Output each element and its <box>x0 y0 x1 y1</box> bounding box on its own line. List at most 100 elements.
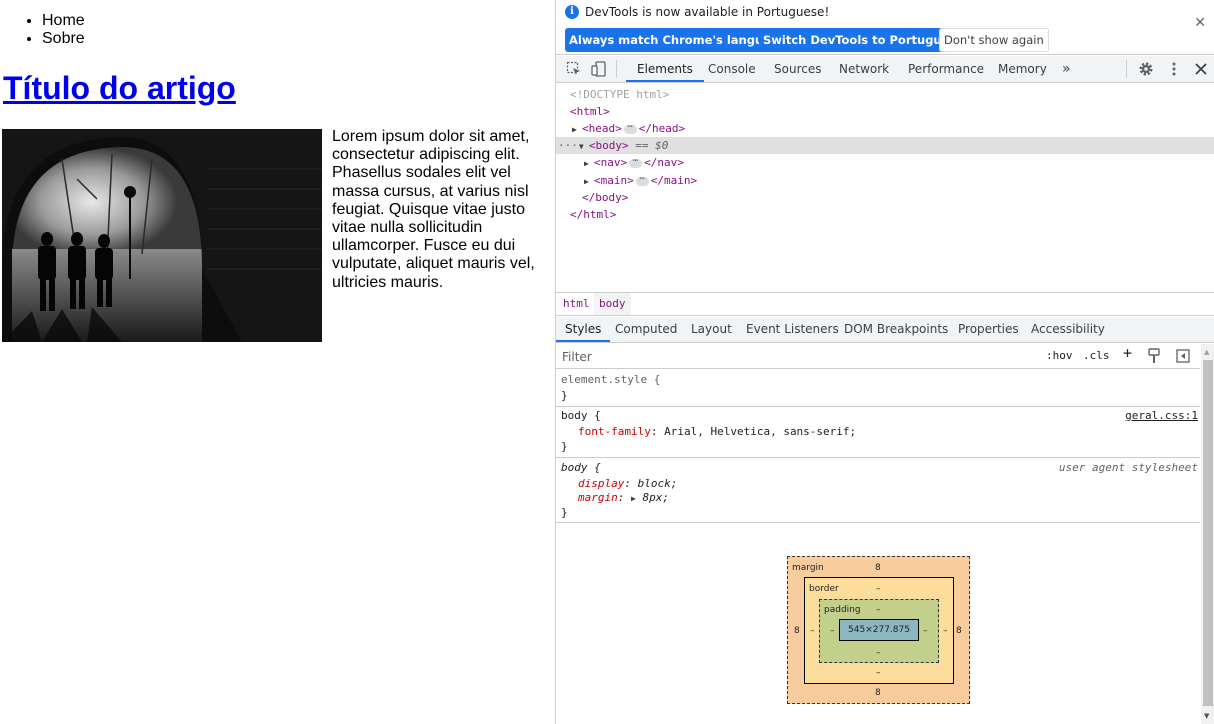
nav-item-sobre[interactable]: Sobre <box>42 30 85 48</box>
infobar-message: DevTools is now available in Portuguese! <box>585 5 830 19</box>
border-top-value[interactable]: – <box>876 584 881 594</box>
devtools-panel: i DevTools is now available in Portugues… <box>555 0 1214 724</box>
tunnel-photo-image <box>2 129 322 342</box>
expand-triangle-icon[interactable]: ▶ <box>572 121 582 138</box>
dom-tree: <!DOCTYPE html> <html> ▶ <head> ⋯ </head> ·… <box>556 84 1214 291</box>
dom-node-body[interactable]: ···▼ <body> == $0 <box>556 137 1214 154</box>
class-toggle[interactable]: .cls <box>1083 349 1110 363</box>
margin-right-value[interactable]: 8 <box>956 626 962 636</box>
tab-network[interactable]: Network <box>839 56 889 82</box>
margin-left-value[interactable]: 8 <box>794 626 800 636</box>
info-icon: i <box>565 5 579 19</box>
expand-triangle-icon[interactable]: ▶ <box>584 173 594 190</box>
node-actions-icon[interactable]: ··· <box>558 139 578 152</box>
dom-node-html-close[interactable]: </html> <box>556 206 1214 223</box>
nav-close-tag: </nav> <box>644 156 684 169</box>
subtab-layout[interactable]: Layout <box>691 317 732 342</box>
tab-performance[interactable]: Performance <box>908 56 984 82</box>
device-toolbar-icon[interactable] <box>591 61 607 77</box>
article-paragraph: Lorem ipsum dolor sit amet, consectetur … <box>332 128 535 291</box>
new-style-rule-icon[interactable]: + <box>1123 346 1132 361</box>
collapsed-content-icon[interactable]: ⋯ <box>629 156 643 168</box>
expand-triangle-icon[interactable]: ▶ <box>584 155 594 172</box>
subtab-computed[interactable]: Computed <box>615 317 677 342</box>
subtab-accessibility[interactable]: Accessibility <box>1031 317 1105 342</box>
rule-body-user-agent[interactable]: body { user agent stylesheet display: bl… <box>556 458 1200 523</box>
toolbar-divider <box>1126 60 1127 78</box>
border-bottom-value[interactable]: – <box>876 668 881 678</box>
breadcrumb-html[interactable]: html <box>558 293 595 315</box>
main-open-tag: <main> <box>594 174 634 187</box>
close-icon[interactable]: ✕ <box>1194 16 1206 30</box>
more-tabs-icon[interactable]: » <box>1062 56 1071 82</box>
subtab-styles[interactable]: Styles <box>556 317 611 342</box>
property-name: font-family <box>578 425 651 438</box>
gear-icon[interactable] <box>1138 61 1154 77</box>
nav-list: Home Sobre <box>0 12 85 48</box>
property-name: display <box>578 477 625 490</box>
subtab-properties[interactable]: Properties <box>958 317 1019 342</box>
box-model-margin[interactable]: margin 8 8 8 8 border – – – – padding – … <box>787 556 970 704</box>
box-model-border[interactable]: border – – – – padding – – – – 545×277.8… <box>804 577 954 684</box>
dom-node-body-close[interactable]: </body> <box>556 189 1214 206</box>
padding-top-value[interactable]: – <box>876 605 881 615</box>
css-declaration-display[interactable]: display: block; <box>578 476 677 491</box>
dom-node-head[interactable]: ▶ <head> ⋯ </head> <box>556 120 1214 137</box>
nav-item-home[interactable]: Home <box>42 12 85 30</box>
rule-close-brace: } <box>561 506 568 519</box>
main-close-tag: </main> <box>650 174 698 187</box>
breadcrumb: html body <box>556 292 1214 316</box>
rule-element-style[interactable]: element.style { } <box>556 370 1200 407</box>
box-model-content[interactable]: 545×277.875 <box>839 619 919 641</box>
dom-node-doctype[interactable]: <!DOCTYPE html> <box>556 86 1214 103</box>
padding-right-value[interactable]: – <box>923 626 928 636</box>
paint-brush-icon[interactable] <box>1147 348 1161 364</box>
padding-left-value[interactable]: – <box>830 626 835 636</box>
rule-close-brace: } <box>561 440 568 453</box>
box-model-padding[interactable]: padding – – – – 545×277.875 <box>819 599 939 663</box>
css-declaration-font-family[interactable]: font-family: Arial, Helvetica, sans-seri… <box>578 424 856 439</box>
collapse-triangle-icon[interactable]: ▼ <box>579 138 589 155</box>
breadcrumb-body[interactable]: body <box>594 293 631 315</box>
subtab-dom-breakpoints[interactable]: DOM Breakpoints <box>844 317 948 342</box>
html-open-tag: <html> <box>570 105 610 118</box>
dom-node-nav[interactable]: ▶ <nav> ⋯ </nav> <box>556 154 1214 171</box>
stylesheet-source: user agent stylesheet <box>1058 461 1198 474</box>
hover-state-toggle[interactable]: :hov <box>1046 349 1073 363</box>
page-viewport: Home Sobre Título do artigo <box>0 0 555 724</box>
scrollbar-thumb[interactable] <box>1203 360 1213 706</box>
scroll-up-icon[interactable]: ▲ <box>1204 348 1209 356</box>
dom-node-main[interactable]: ▶ <main> ⋯ </main> <box>556 172 1214 189</box>
collapsed-content-icon[interactable]: ⋯ <box>623 122 637 134</box>
tab-memory[interactable]: Memory <box>998 56 1047 82</box>
subtab-event-listeners[interactable]: Event Listeners <box>746 317 839 342</box>
border-right-value[interactable]: – <box>943 626 948 636</box>
margin-bottom-value[interactable]: 8 <box>875 688 881 698</box>
border-left-value[interactable]: – <box>810 626 815 636</box>
article-title[interactable]: Título do artigo <box>3 70 236 107</box>
property-value: 8px; <box>642 491 669 504</box>
head-open-tag: <head> <box>582 122 622 135</box>
always-match-language-button[interactable]: Always match Chrome's language <box>565 28 791 52</box>
rule-selector: element.style { <box>561 373 661 386</box>
css-declaration-margin[interactable]: margin: ▶ 8px; <box>578 490 669 505</box>
close-devtools-icon[interactable] <box>1193 61 1209 77</box>
padding-bottom-value[interactable]: – <box>876 648 881 658</box>
expand-triangle-icon[interactable]: ▶ <box>631 494 636 503</box>
dont-show-again-button[interactable]: Don't show again <box>939 28 1049 52</box>
margin-top-value[interactable]: 8 <box>875 563 881 573</box>
switch-to-portuguese-button[interactable]: Switch DevTools to Portuguese <box>759 28 969 52</box>
tab-console[interactable]: Console <box>708 56 756 82</box>
kebab-menu-icon[interactable] <box>1166 61 1182 77</box>
rule-body-author[interactable]: body { geral.css:1 font-family: Arial, H… <box>556 407 1200 458</box>
toggle-sidebar-icon[interactable] <box>1176 349 1190 363</box>
scroll-down-icon[interactable]: ▼ <box>1204 712 1209 720</box>
stylesheet-link[interactable]: geral.css:1 <box>1125 408 1198 423</box>
tab-elements[interactable]: Elements <box>626 56 704 82</box>
filter-input[interactable] <box>560 347 1030 366</box>
dom-node-html[interactable]: <html> <box>556 103 1214 120</box>
tab-sources[interactable]: Sources <box>774 56 821 82</box>
collapsed-content-icon[interactable]: ⋯ <box>635 174 649 186</box>
inspect-element-icon[interactable] <box>566 61 582 77</box>
styles-scrollbar[interactable]: ▲ ▼ <box>1201 344 1214 724</box>
